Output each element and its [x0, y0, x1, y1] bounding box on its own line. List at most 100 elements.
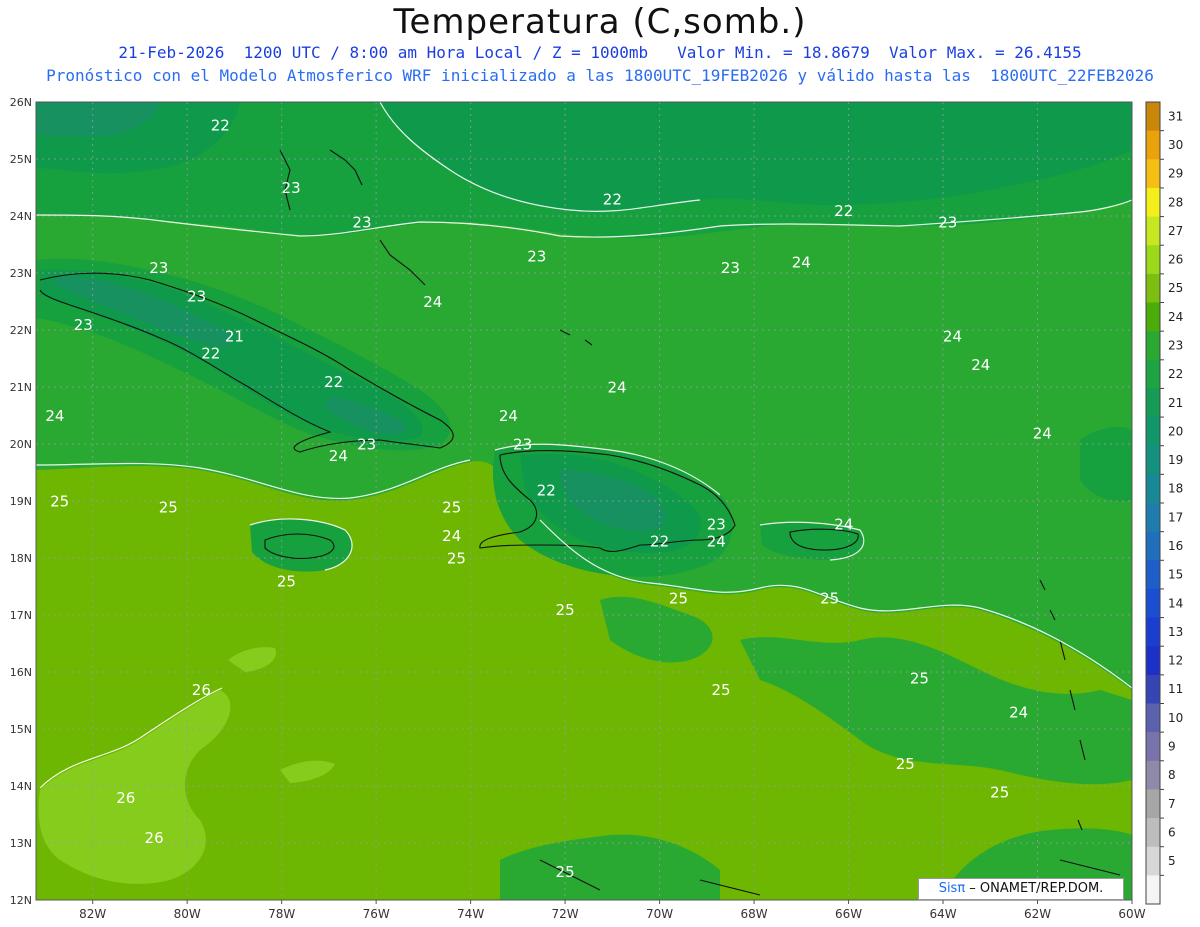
colorbar-swatch [1146, 703, 1160, 733]
contour-label: 25 [159, 498, 178, 516]
credit-box: Sisπ – ONAMET/REP.DOM. [918, 878, 1124, 900]
contour-label: 22 [650, 533, 669, 551]
contour-label: 24 [792, 253, 811, 271]
colorbar-label: 30 [1168, 138, 1183, 152]
colorbar-label: 7 [1168, 797, 1176, 811]
colorbar-swatch [1146, 331, 1160, 361]
colorbar-label: 25 [1168, 281, 1183, 295]
lon-tick-label: 66W [835, 907, 862, 921]
contour-label: 24 [707, 533, 726, 551]
contour-label: 25 [896, 755, 915, 773]
contour-label: 25 [990, 783, 1009, 801]
contour-label: 25 [556, 601, 575, 619]
contour-label: 23 [938, 213, 957, 231]
colorbar-swatch [1146, 646, 1160, 676]
contour-label: 25 [277, 573, 296, 591]
lon-tick-label: 74W [457, 907, 484, 921]
contour-label: 25 [910, 669, 929, 687]
contour-label: 23 [74, 316, 93, 334]
lat-tick-label: 13N [10, 837, 32, 850]
colorbar-label: 22 [1168, 367, 1183, 381]
colorbar-swatch [1146, 187, 1160, 218]
lat-tick-label: 19N [10, 495, 32, 508]
colorbar-swatch [1146, 445, 1160, 475]
contour-label: 25 [711, 681, 730, 699]
colorbar-label: 6 [1168, 825, 1176, 839]
colorbar-label: 29 [1168, 167, 1183, 181]
colorbar-label: 21 [1168, 396, 1183, 410]
contour-label: 23 [282, 179, 301, 197]
colorbar-swatch [1146, 474, 1160, 504]
colorbar-label: 23 [1168, 338, 1183, 352]
contour-label: 23 [357, 436, 376, 454]
contour-label: 24 [423, 293, 442, 311]
contour-label: 26 [192, 681, 211, 699]
contour-label: 24 [971, 356, 990, 374]
lon-tick-label: 60W [1118, 907, 1145, 921]
lat-tick-label: 22N [10, 324, 32, 337]
contour-label: 22 [603, 191, 622, 209]
contour-label: 24 [943, 327, 962, 345]
colorbar-swatch [1146, 273, 1160, 303]
colorbar-swatch [1146, 560, 1160, 590]
lon-tick-label: 80W [174, 907, 201, 921]
contour-label: 23 [187, 288, 206, 306]
contour-label: 22 [211, 117, 230, 135]
colorbar-label: 31 [1168, 109, 1183, 123]
colorbar-swatch [1146, 732, 1160, 762]
contour-label: 23 [352, 213, 371, 231]
colorbar-swatch [1146, 359, 1160, 389]
lat-tick-label: 26N [10, 96, 32, 109]
contour-label: 25 [442, 498, 461, 516]
colorbar-label: 8 [1168, 768, 1176, 782]
colorbar-label: 9 [1168, 739, 1176, 753]
lon-tick-label: 64W [929, 907, 956, 921]
contour-label: 24 [329, 447, 348, 465]
contour-label: 26 [145, 829, 164, 847]
credit-text: – ONAMET/REP.DOM. [965, 881, 1104, 896]
lat-tick-label: 12N [10, 894, 32, 907]
contour-label: 24 [442, 527, 461, 545]
colorbar-swatch [1146, 159, 1160, 189]
colorbar-swatch [1146, 102, 1160, 132]
contour-label: 25 [556, 863, 575, 881]
contour-label: 22 [834, 202, 853, 220]
colorbar-swatch [1146, 531, 1160, 561]
contour-label: 24 [499, 407, 518, 425]
colorbar-swatch [1146, 846, 1160, 876]
contour-label: 25 [50, 493, 69, 511]
lon-tick-label: 78W [268, 907, 295, 921]
lat-tick-label: 15N [10, 723, 32, 736]
lat-tick-label: 20N [10, 438, 32, 451]
colorbar-swatch [1146, 760, 1160, 790]
colorbar-label: 14 [1168, 596, 1183, 610]
contour-label: 23 [513, 436, 532, 454]
colorbar-label: 16 [1168, 539, 1183, 553]
colorbar-label: 28 [1168, 195, 1183, 209]
colorbar-swatch [1146, 245, 1160, 275]
colorbar-swatch [1146, 875, 1160, 905]
colorbar-swatch [1146, 588, 1160, 619]
colorbar-swatch [1146, 674, 1160, 704]
lat-tick-label: 23N [10, 267, 32, 280]
colorbar-swatch [1146, 388, 1160, 418]
colorbar-label: 5 [1168, 854, 1176, 868]
lon-tick-label: 72W [552, 907, 579, 921]
colorbar-label: 18 [1168, 482, 1183, 496]
colorbar-swatch [1146, 818, 1160, 848]
contour-label: 24 [45, 407, 64, 425]
lat-tick-label: 16N [10, 666, 32, 679]
colorbar-swatch [1146, 503, 1160, 533]
contour-label: 21 [225, 327, 244, 345]
credit-sis-logo: Sisπ [938, 881, 966, 896]
contour-label: 23 [707, 516, 726, 534]
colorbar-swatch [1146, 216, 1160, 246]
lat-tick-label: 17N [10, 609, 32, 622]
colorbar-label: 24 [1168, 310, 1183, 324]
lon-tick-label: 76W [363, 907, 390, 921]
lat-tick-label: 24N [10, 210, 32, 223]
colorbar-swatch [1146, 617, 1160, 647]
colorbar-label: 11 [1168, 682, 1183, 696]
colorbar-swatch [1146, 417, 1160, 447]
lon-tick-label: 82W [79, 907, 106, 921]
